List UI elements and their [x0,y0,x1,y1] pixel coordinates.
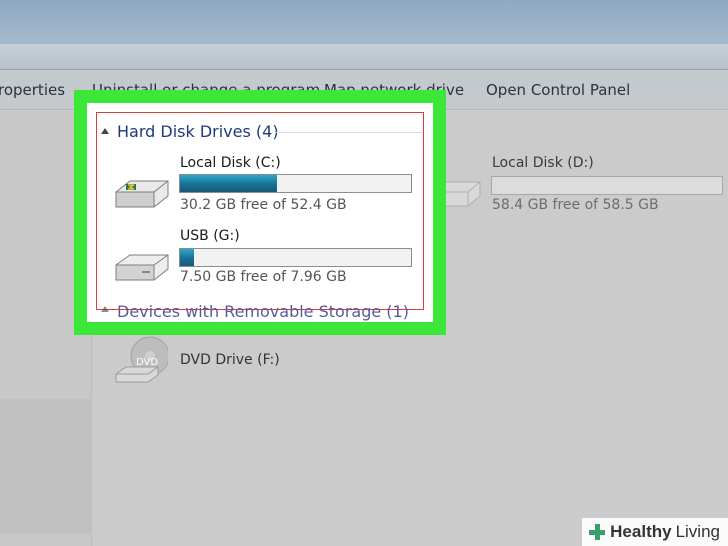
dvd-icon-label: DVD [136,357,158,368]
drive-name: Local Disk (D:) [492,155,594,171]
drive-name: Local Disk (C:) [180,155,281,171]
collapse-triangle-icon[interactable] [101,128,109,134]
hard-drive-icon [115,180,169,208]
watermark-word-living: Living [675,522,720,541]
window-title-bar [0,0,728,44]
capacity-bar [179,248,412,267]
collapse-triangle-icon[interactable] [101,306,109,312]
drive-free-space: 7.50 GB free of 7.96 GB [180,269,347,285]
address-bar-area [0,44,728,70]
group-header-hard-disks[interactable]: Hard Disk Drives (4) [117,122,279,141]
healthy-living-plus-icon [588,523,606,541]
open-control-panel-button[interactable]: Open Control Panel [486,81,630,99]
drive-free-space: 58.4 GB free of 58.5 GB [492,197,659,213]
capacity-bar-fill [180,249,194,266]
capacity-bar [179,174,412,193]
hard-drive-icon [115,254,169,281]
drive-name: USB (G:) [180,228,240,244]
watermark-word-healthy: Healthy [610,522,672,541]
dvd-drive-icon: DVD [115,336,168,383]
drive-name: DVD Drive (F:) [180,352,280,368]
group-header-removable[interactable]: Devices with Removable Storage (1) [117,302,409,321]
watermark: Healthy Living [582,518,728,546]
system-properties-button[interactable]: roperties [0,81,65,99]
group-divider [276,132,422,133]
capacity-bar [491,176,723,195]
capacity-bar-fill [180,175,278,192]
drive-free-space: 30.2 GB free of 52.4 GB [180,197,347,213]
navigation-selected-item[interactable] [0,399,92,534]
